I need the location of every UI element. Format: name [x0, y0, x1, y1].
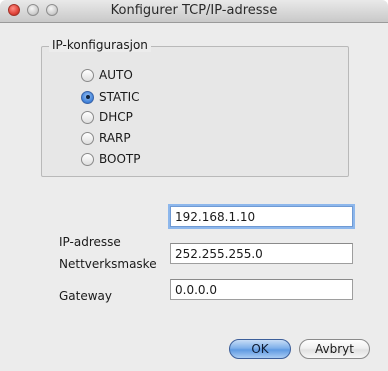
subnet-mask-label: Nettverksmaske [59, 257, 157, 271]
gateway-label: Gateway [59, 289, 113, 303]
radio-static[interactable]: STATIC [81, 89, 140, 105]
title-bar[interactable]: Konfigurer TCP/IP-adresse [0, 0, 388, 23]
radio-button-dhcp[interactable] [81, 110, 94, 124]
subnet-mask-input[interactable] [170, 243, 353, 264]
window-title: Konfigurer TCP/IP-adresse [110, 3, 278, 18]
radio-button-bootp[interactable] [81, 152, 94, 166]
ok-button[interactable]: OK [229, 339, 291, 359]
ip-config-group-label: IP-konfigurasjon [49, 38, 151, 52]
dialog-window: Konfigurer TCP/IP-adresse IP-konfigurasj… [0, 0, 388, 371]
gateway-input[interactable] [170, 279, 353, 300]
cancel-button[interactable]: Avbryt [299, 339, 370, 359]
radio-button-static[interactable] [81, 90, 94, 104]
radio-label-rarp: RARP [99, 131, 131, 145]
ip-address-label: IP-adresse [59, 235, 121, 249]
radio-auto[interactable]: AUTO [81, 67, 133, 83]
radio-button-rarp[interactable] [81, 131, 94, 145]
radio-rarp[interactable]: RARP [81, 130, 131, 146]
radio-button-auto[interactable] [81, 68, 94, 82]
radio-label-static: STATIC [99, 90, 140, 104]
radio-bootp[interactable]: BOOTP [81, 151, 140, 167]
radio-label-bootp: BOOTP [99, 152, 141, 166]
radio-dhcp[interactable]: DHCP [81, 109, 133, 125]
radio-label-auto: AUTO [99, 68, 133, 82]
radio-label-dhcp: DHCP [99, 110, 133, 124]
ip-address-input[interactable] [170, 206, 353, 227]
